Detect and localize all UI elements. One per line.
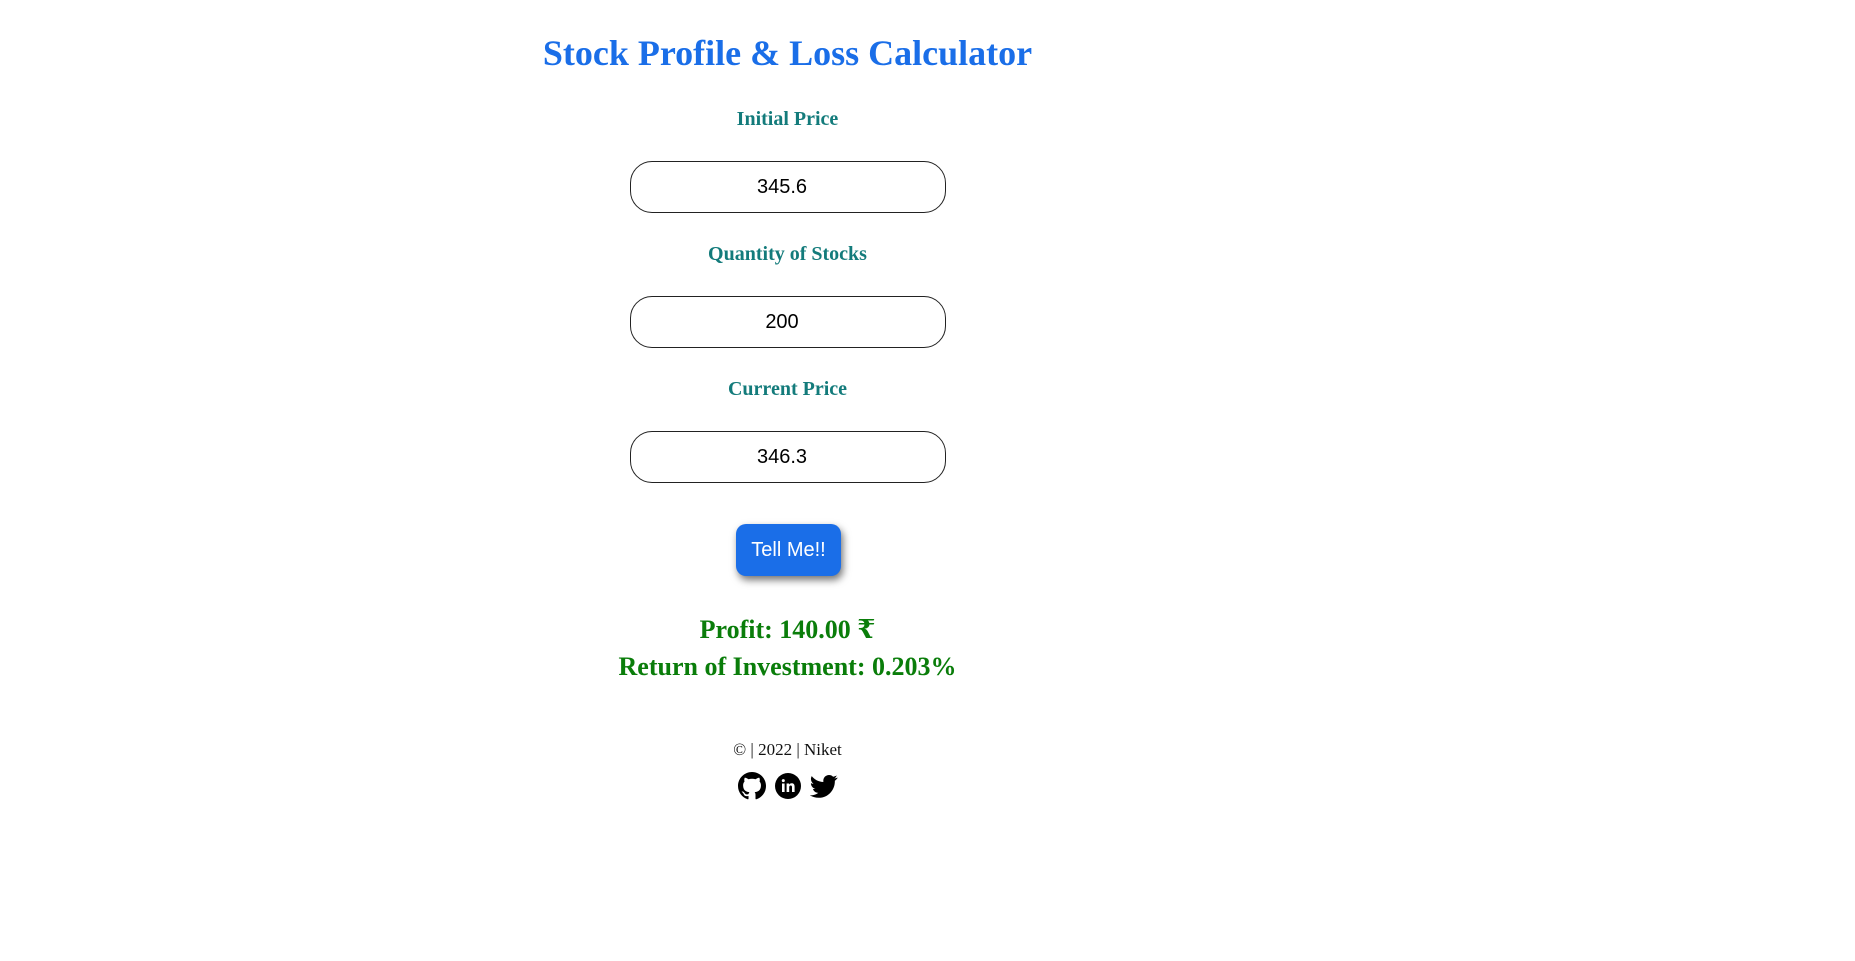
quantity-input[interactable]: [630, 296, 946, 348]
footer-copyright: © | 2022 | Niket: [733, 740, 842, 759]
roi-result: Return of Investment: 0.203%: [618, 652, 957, 681]
page-title: Stock Profile & Loss Calculator: [542, 33, 1033, 73]
profit-result: Profit: 140.00 ₹: [699, 615, 876, 644]
linkedin-icon[interactable]: [774, 772, 802, 800]
initial-price-label: Initial Price: [736, 108, 839, 130]
tell-me-button[interactable]: Tell Me!!: [736, 524, 841, 576]
twitter-icon[interactable]: [809, 772, 838, 800]
social-links: [738, 772, 842, 800]
initial-price-input[interactable]: [630, 161, 946, 213]
github-icon[interactable]: [738, 772, 766, 800]
page: Stock Profile & Loss Calculator Initial …: [0, 0, 1855, 961]
quantity-label: Quantity of Stocks: [708, 243, 867, 265]
current-price-label: Current Price: [727, 378, 848, 400]
current-price-input[interactable]: [630, 431, 946, 483]
